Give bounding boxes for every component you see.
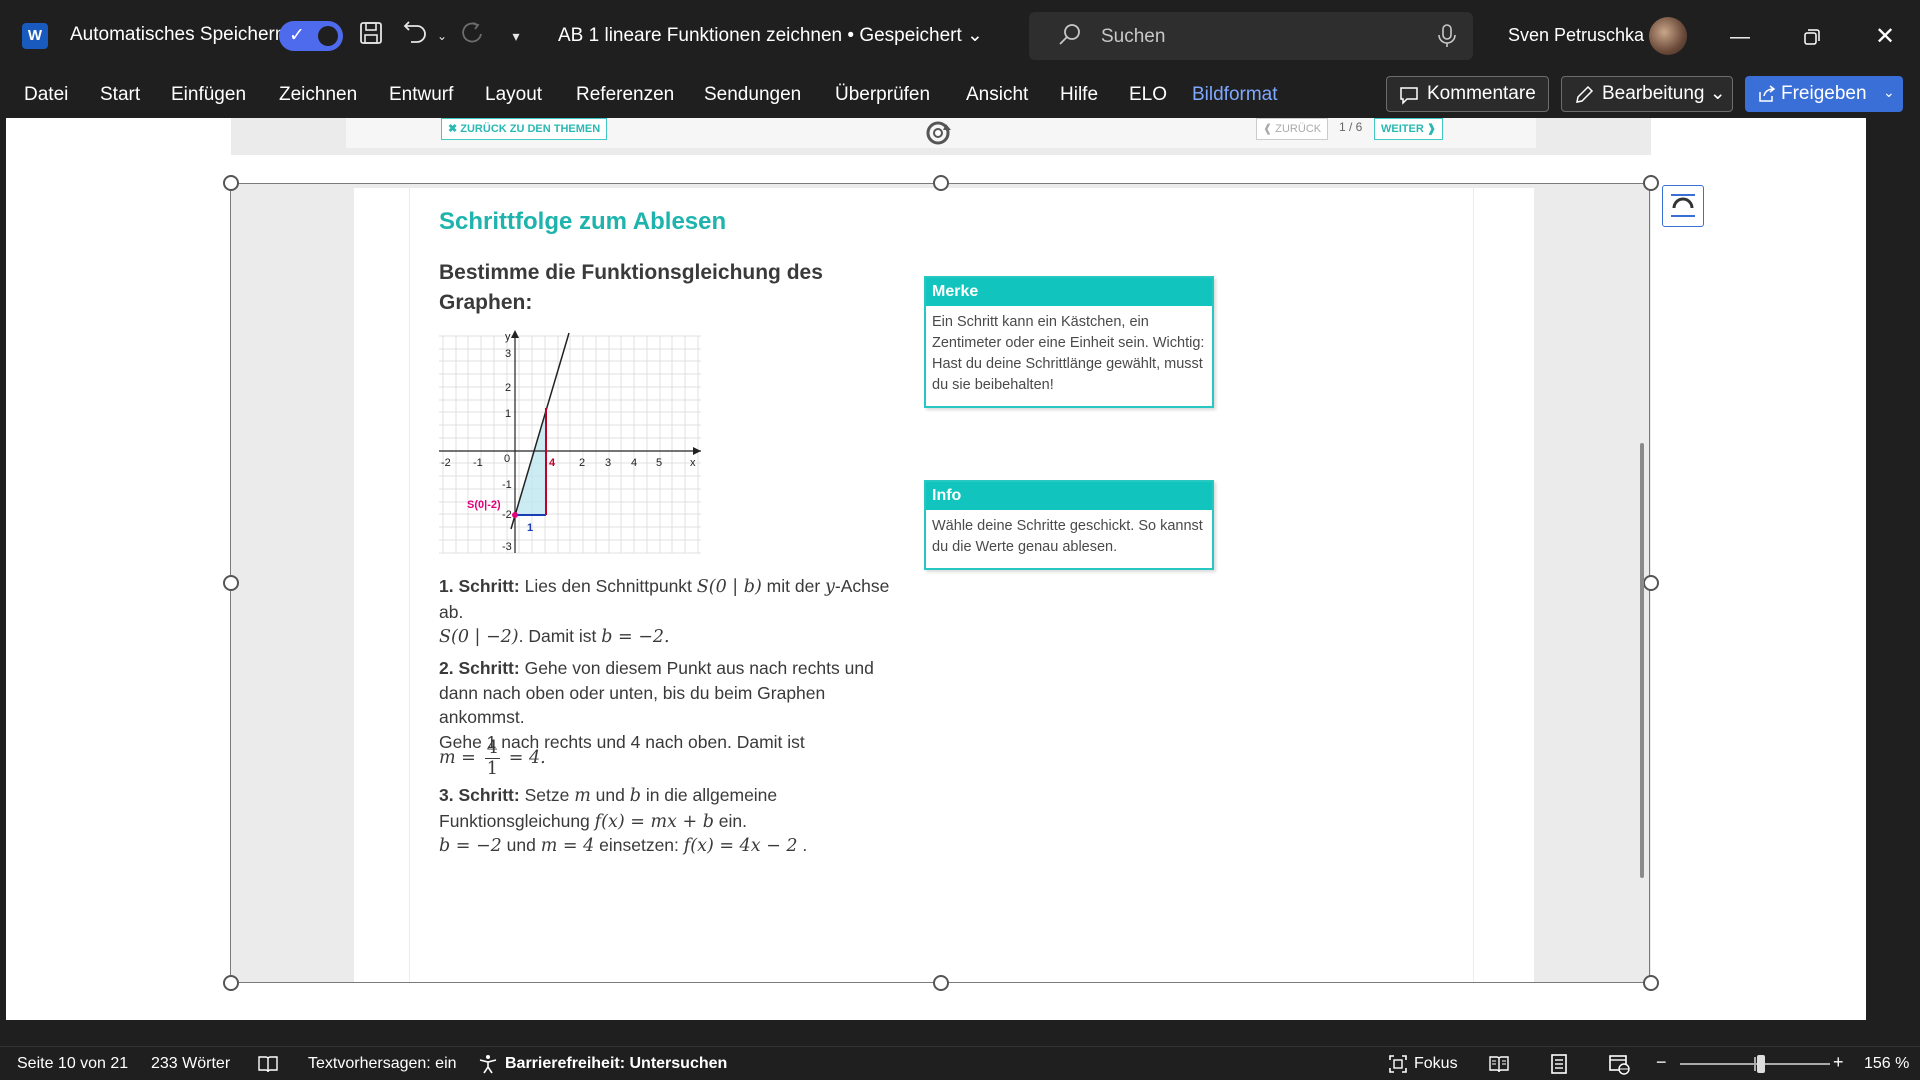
zoom-slider-thumb[interactable] [1757,1055,1765,1073]
share-label: Freigeben [1781,83,1867,104]
editing-label: Bearbeitung ⌄ [1602,83,1726,104]
vertical-scrollbar[interactable] [1640,443,1644,878]
tab-bildformat[interactable]: Bildformat [1192,84,1278,106]
image-selection-border [230,183,1650,983]
tab-sendungen[interactable]: Sendungen [704,84,801,106]
zoom-level[interactable]: 156 % [1864,1055,1909,1073]
title-bar: W Automatisches Speichern ✓ ⌄ ▾ AB 1 lin… [0,0,1920,72]
close-icon[interactable]: ✕ [1870,22,1900,52]
pencil-icon [1576,85,1594,103]
comments-button[interactable]: Kommentare [1386,76,1549,112]
tab-einfuegen[interactable]: Einfügen [171,84,246,106]
search-placeholder: Suchen [1101,26,1166,47]
zoom-slider-center-mark [1754,1057,1756,1071]
tab-ueberpruefen[interactable]: Überprüfen [835,84,930,106]
user-name[interactable]: Sven Petruschka [1508,25,1644,46]
resize-handle-top-right[interactable] [1643,175,1659,191]
resize-handle-left[interactable] [223,575,239,591]
nav-count-label: 1 / 6 [1339,120,1363,134]
editing-mode-button[interactable]: Bearbeitung ⌄ [1561,76,1733,112]
document-canvas[interactable]: ✖ ZURÜCK ZU DEN THEMEN ❰ ZURÜCK 1 / 6 WE… [6,118,1866,1020]
proofing-book-icon[interactable] [257,1053,279,1075]
text-predictions[interactable]: Textvorhersagen: ein [308,1055,457,1073]
search-box[interactable]: Suchen [1029,12,1473,60]
restore-icon[interactable] [1797,22,1827,52]
back-to-topics-link: ✖ ZURÜCK ZU DEN THEMEN [441,118,608,140]
zoom-in-icon[interactable]: + [1833,1052,1844,1073]
tab-zeichnen[interactable]: Zeichnen [279,84,357,106]
page-count[interactable]: Seite 10 von 21 [17,1055,128,1073]
accessibility-check[interactable]: Barrierefreiheit: Untersuchen [505,1055,727,1073]
tab-hilfe[interactable]: Hilfe [1060,84,1098,106]
share-chevron-icon[interactable]: ⌄ [1883,74,1895,110]
zoom-out-icon[interactable]: − [1656,1052,1667,1073]
resize-handle-right[interactable] [1643,575,1659,591]
status-bar: Seite 10 von 21 233 Wörter Textvorhersag… [0,1046,1920,1080]
document-title[interactable]: AB 1 lineare Funktionen zeichnen • Gespe… [558,24,983,47]
word-count[interactable]: 233 Wörter [151,1055,230,1073]
tab-start[interactable]: Start [100,84,140,106]
microphone-icon[interactable] [1437,24,1457,48]
focus-icon [1389,1055,1407,1073]
layout-options-icon [1671,194,1695,217]
share-icon [1759,85,1776,102]
nav-next-label: WEITER ❱ [1374,118,1444,140]
word-app-icon: W [22,23,48,49]
tab-referenzen[interactable]: Referenzen [576,84,674,106]
save-icon[interactable] [355,20,387,52]
autosave-toggle[interactable]: ✓ [279,21,343,51]
resize-handle-bottom-right[interactable] [1643,975,1659,991]
toggle-knob [318,26,338,46]
focus-mode[interactable]: Fokus [1414,1055,1458,1073]
nav-prev-label: ❰ ZURÜCK [1256,118,1329,140]
tab-entwurf[interactable]: Entwurf [389,84,453,106]
accessibility-icon [479,1055,497,1074]
tab-datei[interactable]: Datei [24,84,68,106]
read-mode-icon[interactable] [1488,1053,1510,1075]
undo-dropdown-icon[interactable]: ⌄ [426,20,458,52]
tab-layout[interactable]: Layout [485,84,542,106]
resize-handle-bottom[interactable] [933,975,949,991]
comments-label: Kommentare [1427,83,1536,104]
tab-ansicht[interactable]: Ansicht [966,84,1028,106]
layout-options-button[interactable] [1662,185,1704,227]
resize-handle-top[interactable] [933,175,949,191]
tab-elo[interactable]: ELO [1129,84,1167,106]
print-layout-icon[interactable] [1548,1053,1570,1075]
redo-icon [456,20,488,52]
check-icon: ✓ [289,25,305,46]
share-button[interactable]: Freigeben ⌄ [1745,76,1903,112]
resize-handle-top-left[interactable] [223,175,239,191]
avatar[interactable] [1649,17,1687,55]
web-layout-icon[interactable] [1608,1053,1630,1075]
minimize-icon[interactable]: — [1725,22,1755,52]
resize-handle-bottom-left[interactable] [223,975,239,991]
search-icon [1059,24,1080,45]
autosave-label: Automatisches Speichern [70,24,286,45]
ribbon-tabs: Datei Start Einfügen Zeichnen Entwurf La… [0,72,1920,118]
rotate-handle-icon[interactable] [921,118,955,152]
customize-toolbar-icon[interactable]: ▾ [500,20,532,52]
comment-icon [1400,87,1418,105]
